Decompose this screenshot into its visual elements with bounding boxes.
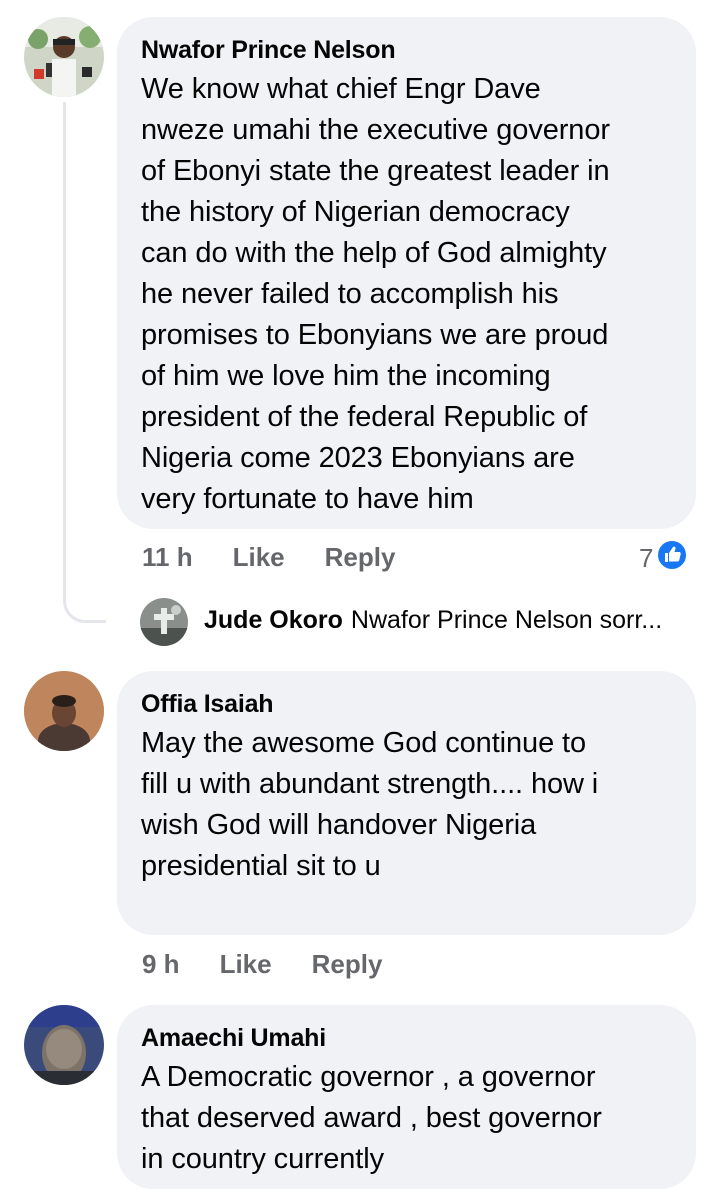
comment-text: A Democratic governor , a governor that … <box>141 1061 602 1175</box>
like-button[interactable]: Like <box>220 949 272 980</box>
reply-preview[interactable]: Jude Okoro Nwafor Prince Nelson sorr... <box>204 606 662 635</box>
reply-button[interactable]: Reply <box>325 542 396 573</box>
comment-author[interactable]: Offia Isaiah <box>141 689 672 719</box>
reaction-count: 7 <box>639 543 654 573</box>
like-reaction-icon <box>656 539 689 578</box>
comment-actions: 9 h Like Reply <box>142 948 382 980</box>
avatar[interactable] <box>24 17 104 97</box>
comment-timestamp[interactable]: 9 h <box>142 949 180 980</box>
avatar[interactable] <box>24 671 104 751</box>
comment-bubble[interactable]: Nwafor Prince Nelson We know what chief … <box>117 17 696 529</box>
reply-author[interactable]: Jude Okoro <box>204 606 343 635</box>
comment-author[interactable]: Nwafor Prince Nelson <box>141 35 672 65</box>
comment-timestamp[interactable]: 11 h <box>142 542 193 573</box>
reply-thread-line <box>63 102 106 623</box>
comment-text: May the awesome God continue to fill u w… <box>141 727 599 882</box>
reaction-summary[interactable]: 7 <box>639 539 689 578</box>
like-button[interactable]: Like <box>233 542 285 573</box>
comment-bubble[interactable]: Amaechi Umahi A Democratic governor , a … <box>117 1005 696 1189</box>
comment-text: We know what chief Engr Dave nweze umahi… <box>141 73 610 515</box>
reply-button[interactable]: Reply <box>312 949 383 980</box>
comment-bubble[interactable]: Offia Isaiah May the awesome God continu… <box>117 671 696 935</box>
reply-snippet: Nwafor Prince Nelson sorr... <box>350 606 663 634</box>
avatar[interactable] <box>140 598 188 646</box>
avatar[interactable] <box>24 1005 104 1085</box>
comment-author[interactable]: Amaechi Umahi <box>141 1023 672 1053</box>
comment-actions: 11 h Like Reply <box>142 541 395 573</box>
